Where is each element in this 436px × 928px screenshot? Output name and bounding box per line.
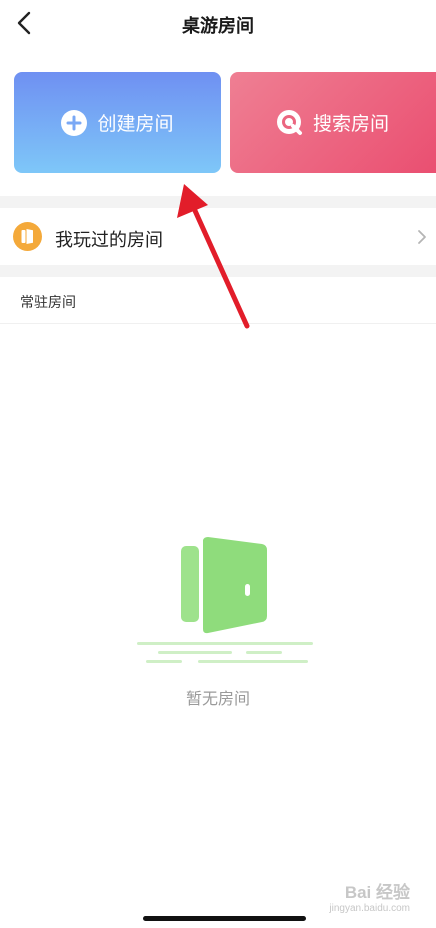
empty-door-icon — [137, 537, 313, 663]
nav-bar: 桌游房间 — [0, 0, 436, 48]
resident-rooms-header: 常驻房间 — [0, 277, 436, 324]
door-icon — [13, 222, 42, 251]
section-divider — [0, 265, 436, 277]
plus-circle-icon — [61, 109, 88, 136]
search-room-label: 搜索房间 — [312, 114, 389, 135]
section-title: 常驻房间 — [20, 294, 76, 310]
page-title: 桌游房间 — [182, 16, 254, 36]
create-room-label: 创建房间 — [97, 114, 174, 135]
empty-state-text: 暂无房间 — [185, 691, 250, 708]
section-divider — [0, 196, 436, 208]
search-icon — [276, 109, 302, 135]
played-rooms-row[interactable]: 我玩过的房间 — [0, 208, 436, 265]
create-room-button[interactable]: 创建房间 — [14, 72, 221, 173]
watermark-url: jingyan.baidu.com — [329, 903, 410, 914]
search-room-button[interactable]: 搜索房间 — [230, 72, 436, 173]
played-rooms-label: 我玩过的房间 — [55, 230, 163, 250]
action-cards: 创建房间 搜索房间 — [14, 72, 436, 174]
watermark-brand: Bai 经验 — [344, 883, 410, 903]
home-indicator — [143, 916, 306, 921]
watermark: Bai 经验 jingyan.baidu.com — [329, 884, 410, 914]
chevron-right-icon — [418, 230, 426, 244]
